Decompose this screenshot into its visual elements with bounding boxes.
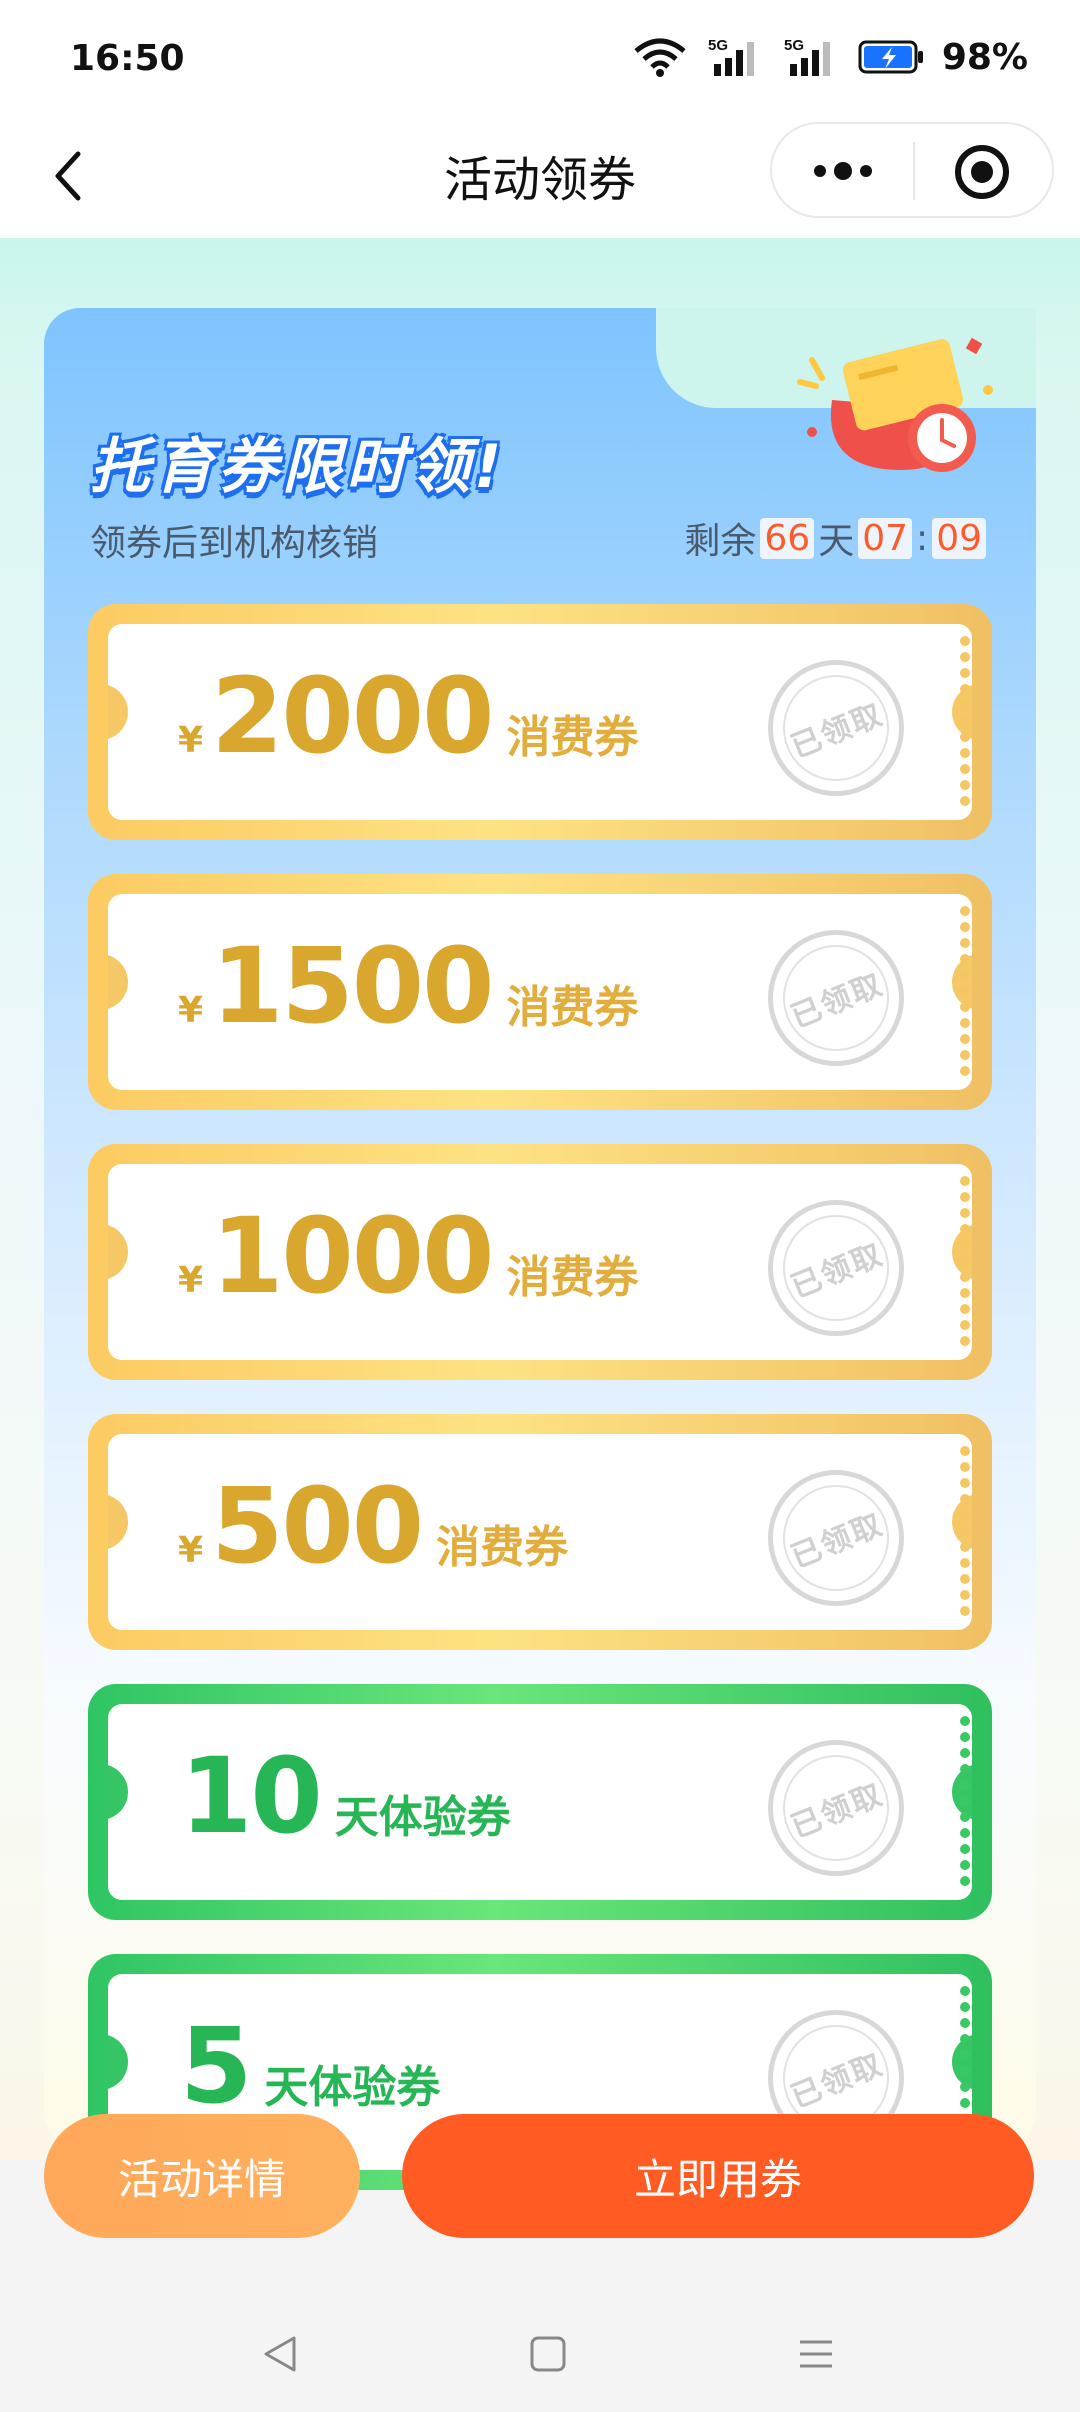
signal-icon: 5G [708, 37, 754, 76]
coupon-serrated-edge [958, 636, 972, 808]
countdown-separator: : [916, 517, 929, 559]
coupon-amount-row: ¥ 1000 消费券 [178, 1204, 639, 1308]
claimed-stamp-text: 已领取 [786, 967, 889, 1036]
coupon-kind: 消费券 [436, 1522, 569, 1573]
coupon-body: 10 天体验券 已领取 [108, 1704, 972, 1900]
countdown-prefix: 剩余 [684, 521, 757, 562]
page-content: 托育券限时领! 领券后到机构核销 剩余 66 天 07 : 09 ¥ 2000 … [0, 238, 1080, 2190]
countdown-minutes: 09 [932, 517, 986, 559]
use-coupon-button[interactable]: 立即用券 [402, 2114, 1034, 2238]
coupon-card: 托育券限时领! 领券后到机构核销 剩余 66 天 07 : 09 ¥ 2000 … [44, 308, 1036, 2190]
card-title: 托育券限时领! [90, 432, 506, 502]
system-back-icon[interactable] [258, 2332, 302, 2376]
coupon-body: ¥ 2000 消费券 已领取 [108, 624, 972, 820]
currency-symbol: ¥ [178, 1260, 204, 1301]
gift-ticket-clock-illustration [797, 337, 993, 472]
coupon-serrated-edge [958, 1176, 972, 1348]
currency-symbol: ¥ [178, 990, 204, 1031]
capsule-divider [913, 142, 915, 200]
coupon-item[interactable]: ¥ 500 消费券 已领取 [88, 1414, 992, 1650]
coupon-amount: 10 [180, 1735, 323, 1857]
countdown-days-unit: 天 [818, 521, 855, 562]
coupon-kind: 天体验券 [264, 2062, 441, 2113]
network-label-1: 5G [708, 37, 728, 54]
coupon-kind: 消费券 [506, 1252, 639, 1303]
claimed-stamp-text: 已领取 [786, 1777, 889, 1846]
countdown-timer: 剩余 66 天 07 : 09 [684, 512, 990, 564]
coupon-amount-row: ¥ 2000 消费券 [178, 664, 639, 768]
network-label-2: 5G [784, 37, 804, 54]
mini-program-capsule [770, 122, 1054, 218]
coupon-notch [108, 1224, 128, 1280]
coupon-notch [108, 2034, 128, 2090]
currency-symbol: ¥ [178, 1530, 204, 1571]
coupon-amount: 500 [211, 1465, 424, 1587]
battery-percent: 98% [941, 36, 1028, 78]
coupon-amount-row: 5 天体验券 [172, 2014, 440, 2118]
system-navigation-bar [0, 2250, 1080, 2412]
coupon-kind: 天体验券 [334, 1792, 511, 1843]
activity-details-button[interactable]: 活动详情 [44, 2114, 360, 2238]
claimed-stamp: 已领取 [768, 660, 904, 796]
signal-icon-2: 5G [784, 37, 830, 76]
status-bar: 16:50 5G 5G 98% [0, 0, 1080, 120]
claimed-stamp-text: 已领取 [786, 697, 889, 766]
coupon-kind: 消费券 [506, 982, 639, 1033]
coupon-body: ¥ 1000 消费券 已领取 [108, 1164, 972, 1360]
coupon-serrated-edge [958, 906, 972, 1078]
status-time: 16:50 [70, 38, 185, 79]
coupon-amount-row: ¥ 1500 消费券 [178, 934, 639, 1038]
coupon-item[interactable]: ¥ 2000 消费券 已领取 [88, 604, 992, 840]
system-menu-icon[interactable] [796, 2334, 836, 2374]
coupon-item[interactable]: ¥ 1500 消费券 已领取 [88, 874, 992, 1110]
coupon-item[interactable]: ¥ 1000 消费券 已领取 [88, 1144, 992, 1380]
coupon-amount: 1500 [211, 925, 494, 1047]
coupon-notch [108, 954, 128, 1010]
wifi-icon [634, 38, 686, 77]
claimed-stamp-text: 已领取 [786, 1507, 889, 1576]
claimed-stamp-text: 已领取 [786, 2047, 889, 2116]
countdown-days: 66 [760, 517, 815, 559]
coupon-item[interactable]: 10 天体验券 已领取 [88, 1684, 992, 1920]
system-home-icon[interactable] [528, 2334, 568, 2374]
target-close-icon[interactable] [952, 142, 1012, 202]
battery-charging-icon [858, 40, 923, 74]
coupon-amount: 2000 [211, 655, 494, 777]
claimed-stamp: 已领取 [768, 1200, 904, 1336]
coupon-serrated-edge [958, 1446, 972, 1618]
coupon-notch [108, 1494, 128, 1550]
coupon-notch [108, 1764, 128, 1820]
card-subtitle: 领券后到机构核销 [90, 523, 379, 564]
coupon-body: ¥ 1500 消费券 已领取 [108, 894, 972, 1090]
coupon-amount-row: ¥ 500 消费券 [178, 1474, 568, 1578]
claimed-stamp: 已领取 [768, 930, 904, 1066]
currency-symbol: ¥ [178, 720, 204, 761]
claimed-stamp: 已领取 [768, 1740, 904, 1876]
coupon-amount-row: 10 天体验券 [172, 1744, 511, 1848]
coupon-notch [108, 684, 128, 740]
claimed-stamp: 已领取 [768, 1470, 904, 1606]
coupon-kind: 消费券 [506, 712, 639, 763]
coupon-amount: 1000 [211, 1195, 494, 1317]
coupon-serrated-edge [958, 1716, 972, 1888]
coupon-amount: 5 [180, 2005, 252, 2127]
more-dots-icon[interactable] [808, 146, 878, 196]
claimed-stamp-text: 已领取 [786, 1237, 889, 1306]
countdown-hours: 07 [858, 517, 913, 559]
navigation-bar: 活动领券 [0, 120, 1080, 238]
status-icons: 5G 5G 98% [632, 36, 1028, 78]
coupon-body: ¥ 500 消费券 已领取 [108, 1434, 972, 1630]
